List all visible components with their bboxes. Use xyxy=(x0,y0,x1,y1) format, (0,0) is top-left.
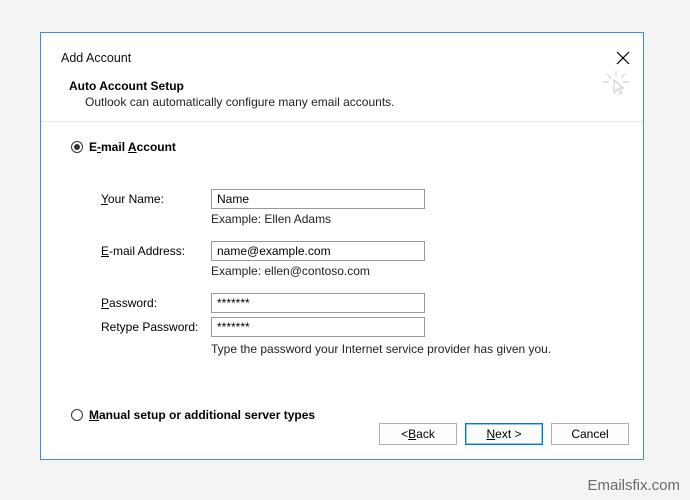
row-retype-password: Retype Password: xyxy=(101,316,617,338)
label-password: Password: xyxy=(101,296,211,310)
input-retype-password[interactable] xyxy=(211,317,425,337)
header-subtitle: Outlook can automatically configure many… xyxy=(69,95,623,109)
wizard-header: Auto Account Setup Outlook can automatic… xyxy=(41,73,643,109)
row-password: Password: xyxy=(101,292,617,314)
close-icon xyxy=(615,50,631,66)
example-email: Example: ellen@contoso.com xyxy=(211,264,617,278)
cursor-icon xyxy=(603,71,629,97)
label-retype-password: Retype Password: xyxy=(101,320,211,334)
label-email: E-mail Address: xyxy=(101,244,211,258)
radio-manual-label: Manual setup or additional server types xyxy=(89,408,315,422)
close-button[interactable] xyxy=(615,50,631,66)
row-name: Your Name: xyxy=(101,188,617,210)
radio-icon xyxy=(71,141,83,153)
title-bar: Add Account xyxy=(41,33,643,73)
add-account-dialog: Add Account Auto Account Setup Outlook c… xyxy=(40,32,644,460)
header-title: Auto Account Setup xyxy=(69,79,623,93)
radio-manual-setup[interactable]: Manual setup or additional server types xyxy=(71,408,617,422)
next-button[interactable]: Next > xyxy=(465,423,543,445)
window-title: Add Account xyxy=(61,51,131,65)
cancel-button[interactable]: Cancel xyxy=(551,423,629,445)
example-name: Example: Ellen Adams xyxy=(211,212,617,226)
watermark: Emailsfix.com xyxy=(587,477,680,494)
radio-email-label: E-mail Account xyxy=(89,140,176,154)
radio-icon xyxy=(71,409,83,421)
back-button[interactable]: < Back xyxy=(379,423,457,445)
radio-email-account[interactable]: E-mail Account xyxy=(71,140,617,154)
password-hint: Type the password your Internet service … xyxy=(211,342,617,356)
input-your-name[interactable] xyxy=(211,189,425,209)
button-bar: < Back Next > Cancel xyxy=(379,423,629,445)
input-email[interactable] xyxy=(211,241,425,261)
row-email: E-mail Address: xyxy=(101,240,617,262)
wizard-body: E-mail Account Your Name: Example: Ellen… xyxy=(41,122,643,422)
input-password[interactable] xyxy=(211,293,425,313)
account-form: Your Name: Example: Ellen Adams E-mail A… xyxy=(101,188,617,356)
label-your-name: Your Name: xyxy=(101,192,211,206)
